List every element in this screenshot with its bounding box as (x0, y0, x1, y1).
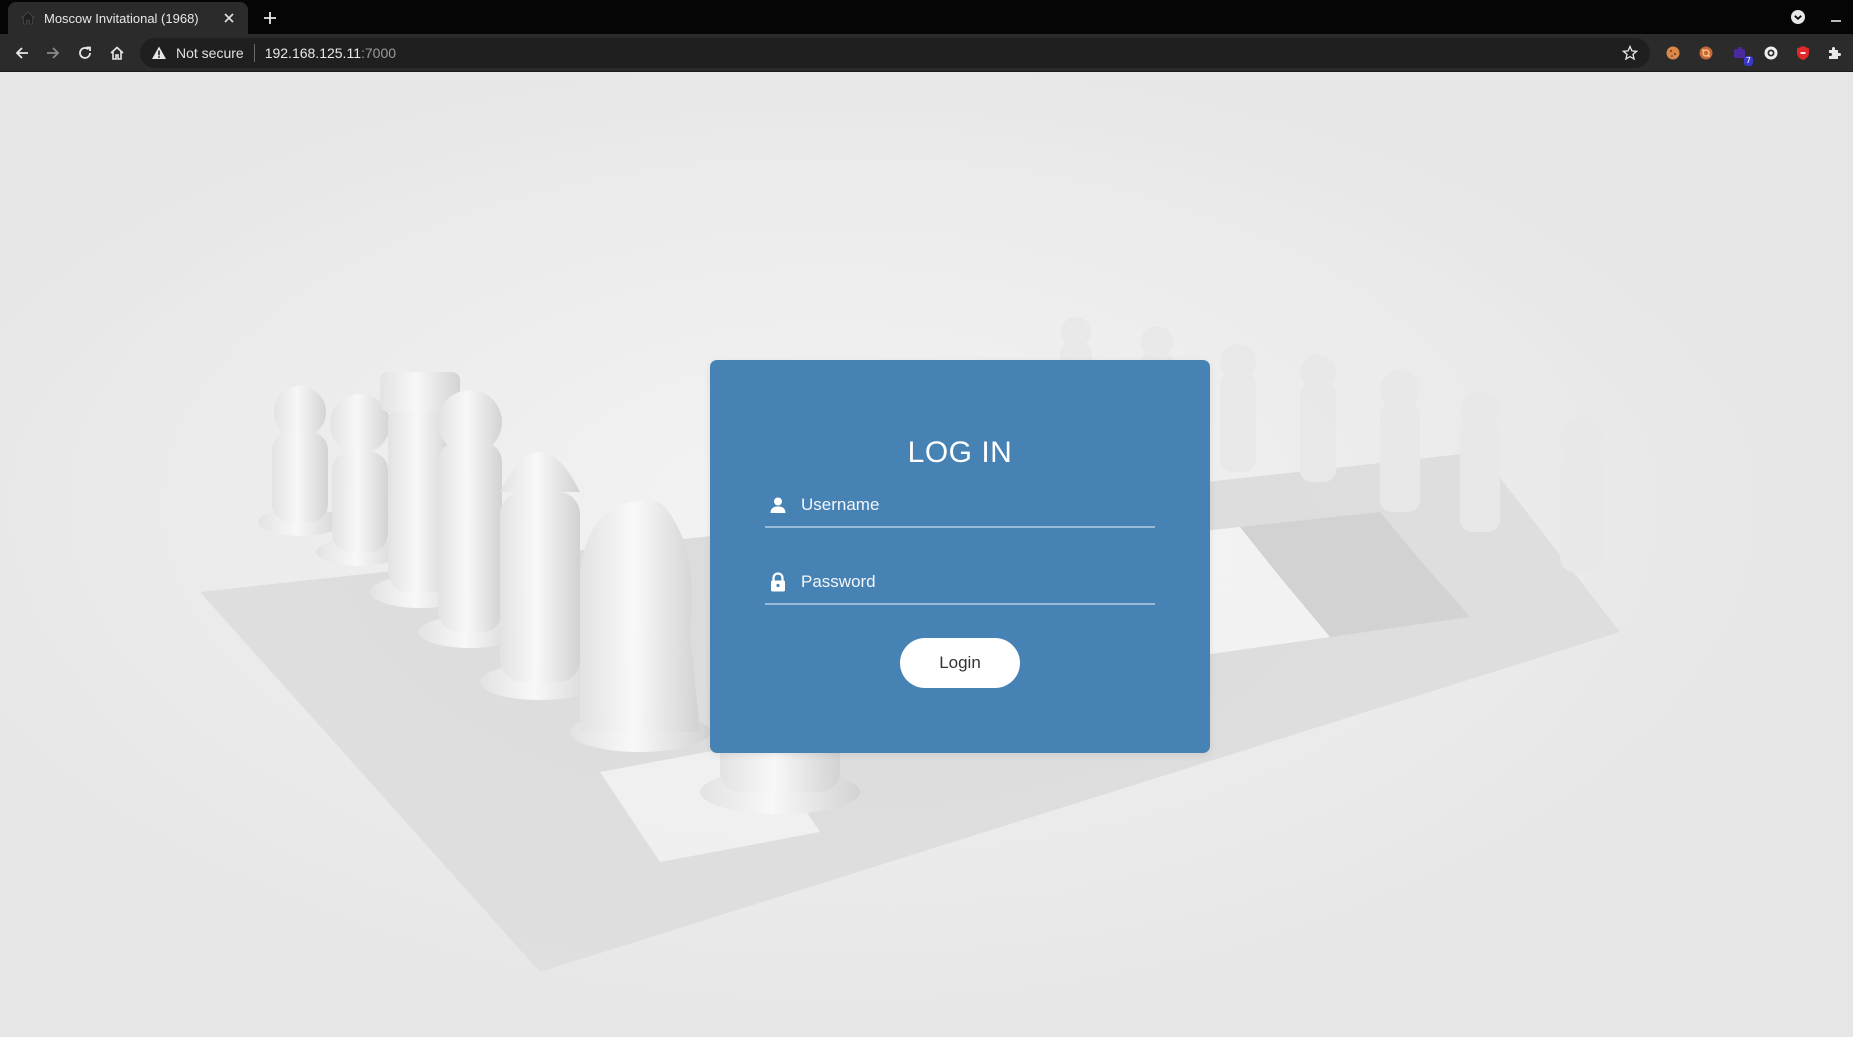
house-icon (20, 10, 36, 26)
url-port: :7000 (360, 45, 397, 61)
password-field[interactable] (765, 561, 1155, 605)
arrow-left-icon (15, 47, 28, 59)
tab-strip: Moscow Invitational (1968) (0, 0, 1853, 34)
arrow-right-icon (47, 47, 60, 59)
lock-icon (767, 571, 789, 593)
login-button[interactable]: Login (900, 638, 1020, 688)
tab-search-icon[interactable] (1788, 7, 1808, 27)
username-input[interactable] (801, 490, 1155, 520)
reload-button[interactable] (72, 40, 98, 66)
login-title: LOG IN (907, 436, 1013, 469)
cookie-alt-icon[interactable] (1697, 44, 1715, 62)
login-card: LOG IN Login (710, 360, 1210, 753)
extension-badge: 7 (1743, 56, 1753, 66)
shield-red-icon[interactable] (1794, 44, 1812, 62)
user-icon (767, 494, 789, 516)
page-viewport: LOG IN Login (0, 72, 1853, 1037)
warning-icon[interactable] (150, 44, 168, 62)
back-button[interactable] (9, 40, 35, 66)
address-bar[interactable]: Not secure 192.168.125.11:7000 (140, 38, 1650, 68)
new-tab-button[interactable] (258, 6, 282, 30)
puzzle-badge-icon[interactable]: 7 (1731, 44, 1753, 66)
password-input[interactable] (801, 567, 1155, 597)
address-divider (253, 44, 255, 62)
minimize-icon[interactable] (1826, 7, 1846, 27)
browser-toolbar: Not secure 192.168.125.11:7000 7 (0, 34, 1853, 72)
security-label[interactable]: Not secure (176, 45, 244, 61)
url-host: 192.168.125.11 (264, 45, 361, 61)
browser-tab[interactable]: Moscow Invitational (1968) (8, 2, 248, 34)
forward-button[interactable] (40, 40, 66, 66)
home-icon (110, 46, 124, 60)
star-icon[interactable] (1620, 43, 1640, 63)
tab-title: Moscow Invitational (1968) (44, 10, 199, 26)
puzzle-icon[interactable] (1825, 44, 1843, 62)
username-field[interactable] (765, 484, 1155, 528)
cookie-icon[interactable] (1664, 44, 1682, 62)
close-icon[interactable] (220, 9, 238, 27)
reload-icon (79, 46, 91, 59)
home-button[interactable] (104, 40, 130, 66)
circle-icon[interactable] (1762, 44, 1780, 62)
